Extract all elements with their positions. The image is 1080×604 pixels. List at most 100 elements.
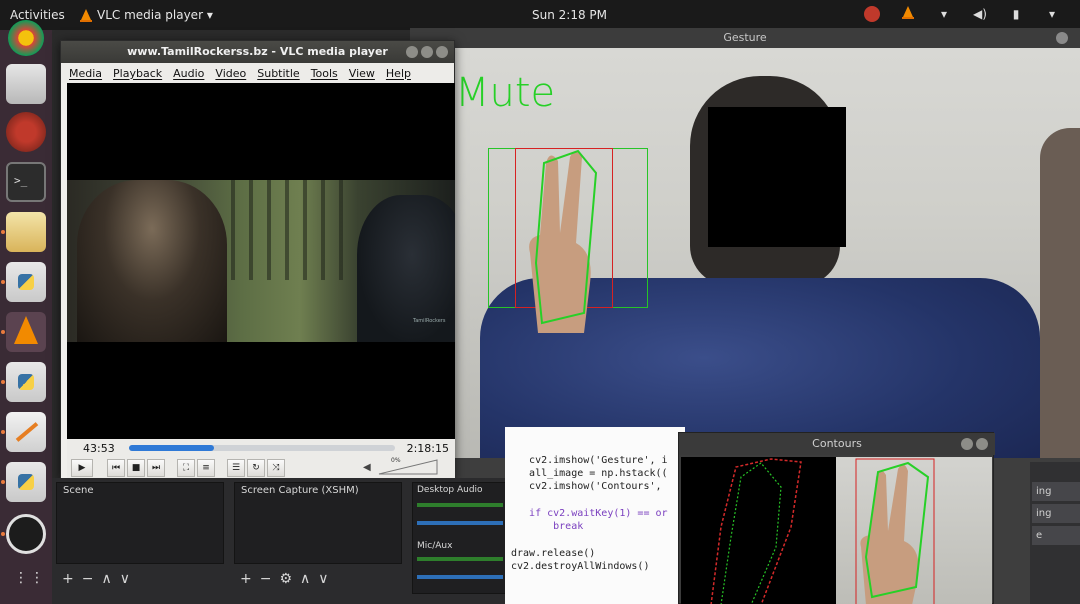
maximize-icon[interactable] xyxy=(421,46,433,58)
vlc-window: www.TamilRockerss.bz - VLC media player … xyxy=(60,40,455,480)
top-bar: Activities VLC media player ▾ Sun 2:18 P… xyxy=(0,0,1080,30)
obs-control-button[interactable]: ing xyxy=(1032,482,1080,501)
running-indicator xyxy=(1,280,5,284)
move-up-icon[interactable]: ∧ xyxy=(101,571,111,587)
menu-video[interactable]: Video xyxy=(215,67,246,80)
desktop-audio-fader[interactable] xyxy=(417,521,503,525)
move-down-icon[interactable]: ∨ xyxy=(318,571,328,587)
running-indicator xyxy=(1,230,5,234)
network-icon[interactable]: ▾ xyxy=(936,6,952,22)
hand-gesture-icon xyxy=(855,458,935,604)
vlc-dock-icon[interactable] xyxy=(6,312,46,352)
mic-label: Mic/Aux xyxy=(417,541,453,551)
menu-media[interactable]: Media xyxy=(69,67,102,80)
launcher-dock: >_ ⋮⋮⋮ xyxy=(0,20,60,604)
volume-percent: 0% xyxy=(391,457,401,464)
background-person xyxy=(1040,128,1080,458)
obs-control-button[interactable]: e xyxy=(1032,526,1080,545)
files-icon[interactable] xyxy=(6,64,46,104)
frame-person xyxy=(77,180,227,342)
system-tray: ▾ ◀) ▮ ▾ xyxy=(864,6,1060,22)
chevron-down-icon[interactable]: ▾ xyxy=(1044,6,1060,22)
battery-icon[interactable]: ▮ xyxy=(1008,6,1024,22)
seek-row: 43:53 2:18:15 xyxy=(67,439,455,457)
time-total: 2:18:15 xyxy=(406,442,449,455)
scenes-toolbar: + − ∧ ∨ xyxy=(62,568,130,590)
seek-bar[interactable] xyxy=(129,445,395,451)
speaker-icon[interactable]: ◀ xyxy=(363,462,371,473)
contours-window-title: Contours xyxy=(679,433,995,455)
gesture-status-label: Mute xyxy=(455,70,556,116)
frame-watermark: TamilRockers xyxy=(413,318,446,324)
terminal-icon[interactable]: >_ xyxy=(6,162,46,202)
contours-window: Contours xyxy=(678,432,995,604)
running-indicator xyxy=(1,532,5,536)
app-menu-label: VLC media player ▾ xyxy=(97,8,213,22)
stop-button[interactable]: ■ xyxy=(127,459,145,477)
python-script-icon[interactable] xyxy=(6,462,46,502)
obs-control-button[interactable]: ing xyxy=(1032,504,1080,523)
python-script-icon[interactable] xyxy=(6,262,46,302)
webcam-feed: Mute xyxy=(410,48,1080,458)
shuffle-button[interactable]: ⤨ xyxy=(267,459,285,477)
fullscreen-button[interactable]: ⛶ xyxy=(177,459,195,477)
vlc-tray-icon[interactable] xyxy=(900,6,916,22)
gear-icon[interactable]: ⚙ xyxy=(279,571,292,587)
play-button[interactable]: ▶ xyxy=(71,459,93,477)
next-button[interactable]: ⏭ xyxy=(147,459,165,477)
move-down-icon[interactable]: ∨ xyxy=(120,571,130,587)
activities-button[interactable]: Activities xyxy=(10,8,65,22)
minimize-icon[interactable] xyxy=(961,438,973,450)
contour-camera xyxy=(836,457,992,604)
vlc-window-title: www.TamilRockerss.bz - VLC media player xyxy=(61,41,454,63)
loop-button[interactable]: ↻ xyxy=(247,459,265,477)
video-area[interactable]: TamilRockers xyxy=(67,83,455,439)
add-icon[interactable]: + xyxy=(240,571,252,587)
frame-trees xyxy=(217,180,357,280)
volume-slider[interactable] xyxy=(377,459,439,475)
minimize-icon[interactable] xyxy=(406,46,418,58)
gesture-window-title: Gesture xyxy=(410,28,1080,48)
volume-icon[interactable]: ◀) xyxy=(972,6,988,22)
running-indicator xyxy=(1,480,5,484)
menu-playback[interactable]: Playback xyxy=(113,67,162,80)
scene-item[interactable]: Scene xyxy=(63,485,94,496)
menu-tools[interactable]: Tools xyxy=(311,67,338,80)
menu-view[interactable]: View xyxy=(349,67,375,80)
clock[interactable]: Sun 2:18 PM xyxy=(532,8,607,22)
audio-mixer-panel: Desktop Audio Mic/Aux xyxy=(412,482,508,594)
seek-bar-fill xyxy=(129,445,215,451)
running-indicator xyxy=(1,380,5,384)
mic-meter xyxy=(417,557,503,561)
menu-audio[interactable]: Audio xyxy=(173,67,204,80)
chrome-icon[interactable] xyxy=(8,20,44,56)
desktop-audio-label: Desktop Audio xyxy=(417,485,483,495)
code-editor[interactable]: cv2.imshow('Gesture', i all_image = np.h… xyxy=(505,427,685,604)
playlist-button[interactable]: ☰ xyxy=(227,459,245,477)
app-menu[interactable]: VLC media player ▾ xyxy=(80,8,213,22)
desktop-screen: Activities VLC media player ▾ Sun 2:18 P… xyxy=(0,0,1080,604)
settings-gear-icon[interactable] xyxy=(6,112,46,152)
user-avatar-icon[interactable] xyxy=(864,6,880,22)
text-editor-icon[interactable] xyxy=(6,412,46,452)
remove-icon[interactable]: − xyxy=(82,571,94,587)
extended-settings-button[interactable]: ≡ xyxy=(197,459,215,477)
hand-gesture-icon xyxy=(529,149,598,333)
menu-help[interactable]: Help xyxy=(386,67,411,80)
python-script-icon[interactable] xyxy=(6,362,46,402)
close-icon[interactable] xyxy=(1056,32,1068,44)
image-viewer-icon[interactable] xyxy=(6,212,46,252)
obs-icon[interactable] xyxy=(6,514,46,554)
contour-outline-icon xyxy=(710,458,802,604)
move-up-icon[interactable]: ∧ xyxy=(300,571,310,587)
mic-fader[interactable] xyxy=(417,575,503,579)
close-icon[interactable] xyxy=(436,46,448,58)
source-item[interactable]: Screen Capture (XSHM) xyxy=(241,485,359,496)
remove-icon[interactable]: − xyxy=(260,571,272,587)
close-icon[interactable] xyxy=(976,438,988,450)
show-apps-icon[interactable]: ⋮⋮⋮ xyxy=(6,568,60,604)
time-elapsed: 43:53 xyxy=(83,442,115,455)
previous-button[interactable]: ⏮ xyxy=(107,459,125,477)
add-icon[interactable]: + xyxy=(62,571,74,587)
menu-subtitle[interactable]: Subtitle xyxy=(257,67,299,80)
